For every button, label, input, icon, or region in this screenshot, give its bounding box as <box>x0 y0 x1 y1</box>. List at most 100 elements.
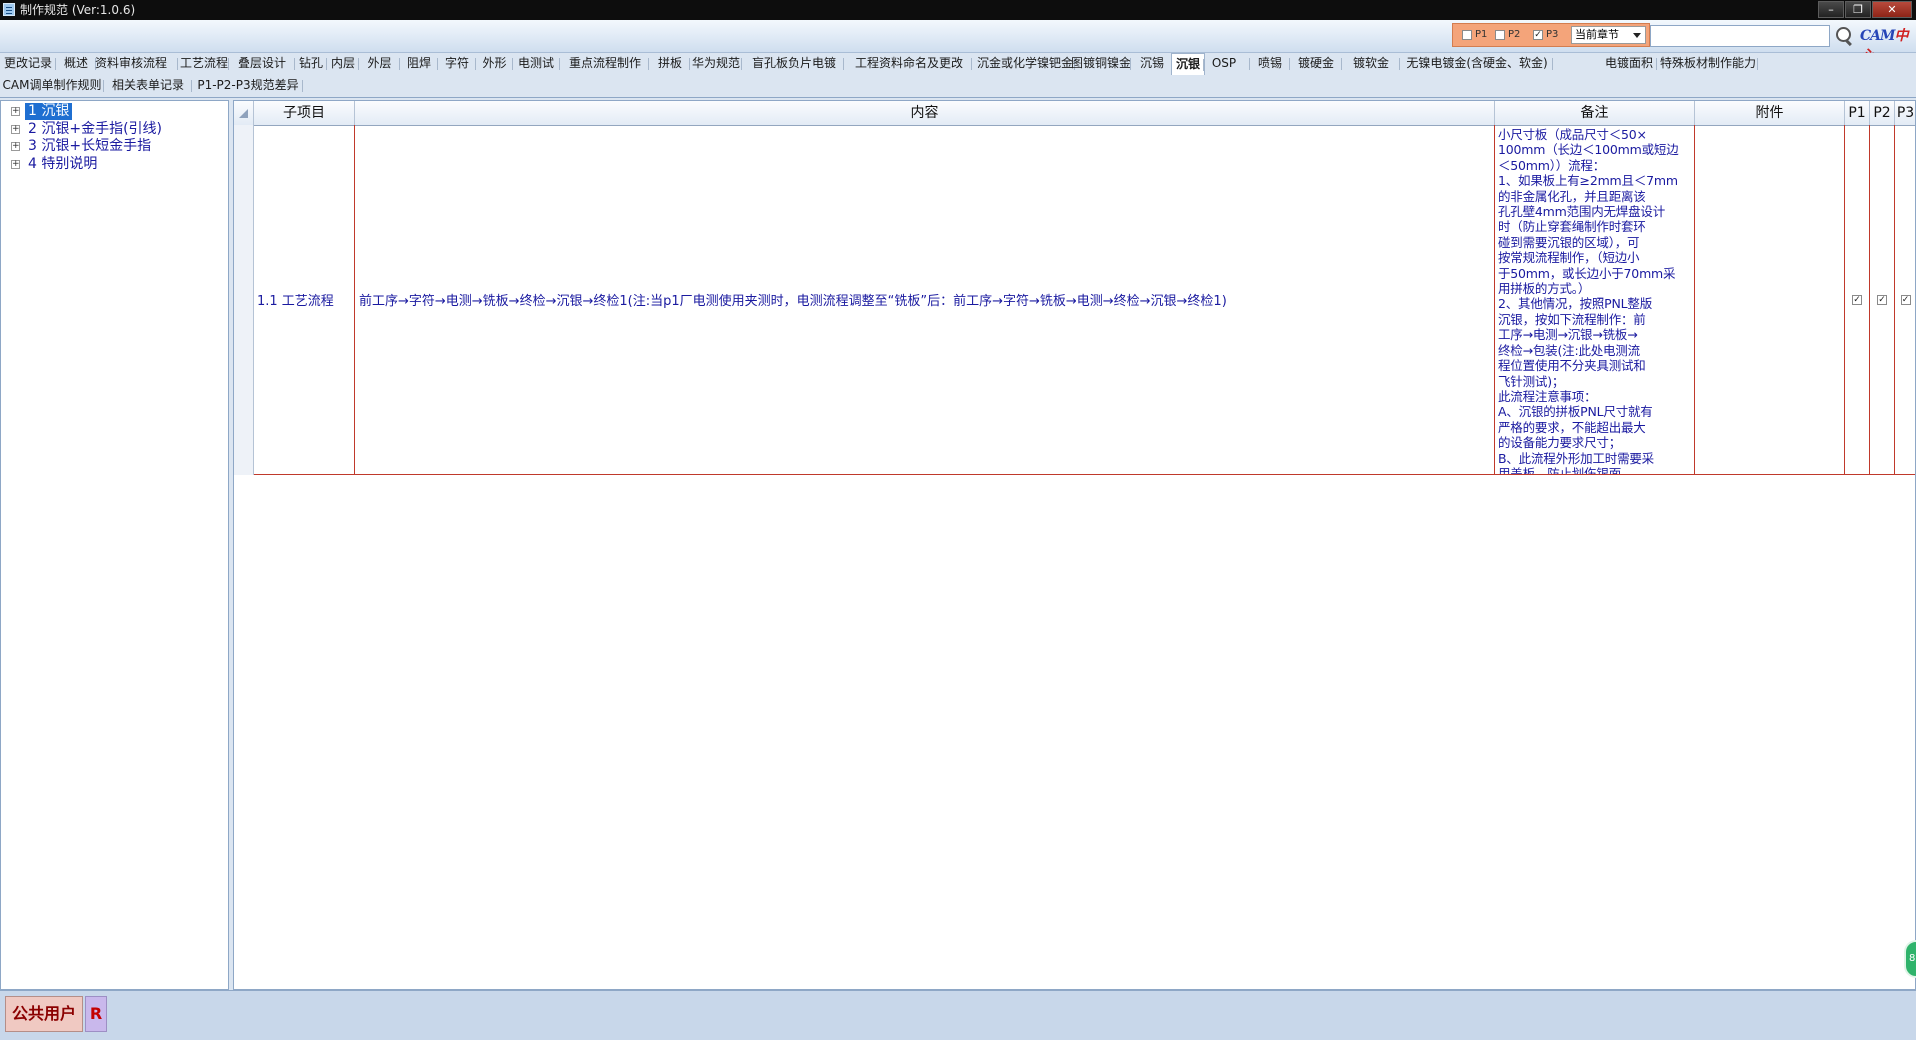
tree-item[interactable]: +1 沉银 <box>11 103 73 120</box>
remark-line: 孔孔壁4mm范围内无焊盘设计 <box>1498 204 1666 220</box>
spec-grid: 子项目 内容 备注 附件 P1 P2 P3 1.1 工艺流程 前工序→字符→电测… <box>233 100 1916 990</box>
logo-main: CAM <box>1860 28 1896 44</box>
cell-content[interactable]: 前工序→字符→电测→铣板→终检→沉银→终检1(注:当p1厂电测使用夹测时，电测流… <box>355 125 1495 475</box>
tab-1[interactable]: CAM调单制作规则 <box>0 75 104 97</box>
tab-1[interactable]: 更改记录 <box>0 53 56 75</box>
tab-6[interactable]: 钻孔 <box>295 53 327 75</box>
tab-17[interactable]: 工程资料命名及更改 <box>846 53 972 75</box>
tab-10[interactable]: 字符 <box>438 53 476 75</box>
expander-plus-icon[interactable]: + <box>11 159 20 169</box>
tab-8[interactable]: 外层 <box>359 53 400 75</box>
tab-27[interactable]: 电镀面积 <box>1601 53 1657 75</box>
p3-checkbox-icon[interactable]: ✓ <box>1533 29 1543 40</box>
remark-line: 严格的要求，不能超出最大 <box>1498 419 1646 435</box>
column-header-p2[interactable]: P2 <box>1870 101 1895 125</box>
cell-p1[interactable]: ✓ <box>1845 125 1870 475</box>
tab-4[interactable]: 工艺流程 <box>179 53 229 75</box>
column-header-p1[interactable]: P1 <box>1845 101 1870 125</box>
remark-line: ＜50mm））流程： <box>1498 157 1606 173</box>
p1-filter-label: P1 <box>1475 29 1488 40</box>
remark-line: 用拼板的方式。） <box>1498 281 1591 297</box>
tree-item[interactable]: +4 特别说明 <box>11 156 100 173</box>
column-header-attachment[interactable]: 附件 <box>1695 101 1845 125</box>
tab-7[interactable]: 内层 <box>327 53 359 75</box>
tab-12[interactable]: 电测试 <box>512 53 560 75</box>
expander-plus-icon[interactable]: + <box>11 124 20 134</box>
tree-item-label: 4 特别说明 <box>28 155 98 172</box>
p3-filter-label: P3 <box>1546 29 1559 40</box>
minimize-button[interactable]: – <box>1818 1 1844 18</box>
title-bar: 制作规范 (Ver:1.0.6) – ❐ ✕ <box>0 0 1916 20</box>
remark-line: 此流程注意事项： <box>1498 388 1597 404</box>
tree-item-label: 3 沉银+长短金手指 <box>28 138 152 154</box>
cell-p2[interactable]: ✓ <box>1870 125 1895 475</box>
table-row[interactable]: 1.1 工艺流程 前工序→字符→电测→铣板→终检→沉银→终检1(注:当p1厂电测… <box>234 125 1915 475</box>
section-select[interactable]: 当前章节 <box>1571 26 1646 44</box>
remark-line: 碰到需要沉银的区域），可 <box>1498 234 1640 250</box>
restore-button[interactable]: ❐ <box>1845 1 1871 18</box>
cell-remark[interactable]: 小尺寸板（成品尺寸＜50× 100mm（长边＜100mm或短边 ＜50mm））流程：… <box>1495 125 1695 475</box>
tab-22[interactable]: OSP <box>1198 53 1250 75</box>
close-button[interactable]: ✕ <box>1872 1 1912 18</box>
p1-row-checkbox-icon[interactable]: ✓ <box>1852 294 1862 305</box>
expander-plus-icon[interactable]: + <box>11 142 20 151</box>
r-badge[interactable]: R <box>85 996 107 1032</box>
dropdown-arrow-icon <box>1633 33 1641 38</box>
floating-assistant-button[interactable]: 8 <box>1904 940 1916 978</box>
p2-row-checkbox-icon[interactable]: ✓ <box>1877 294 1887 305</box>
remark-line: 终检→包装(注:此处电测流 <box>1498 342 1640 358</box>
tab-23[interactable]: 喷锡 <box>1250 53 1290 75</box>
tab-25[interactable]: 镀软金 <box>1342 53 1400 75</box>
p1-filter[interactable]: P1 <box>1462 29 1487 40</box>
column-header-subitem[interactable]: 子项目 <box>254 101 355 125</box>
remark-line: 程位置使用不分夹具测试和 <box>1498 358 1646 374</box>
tree-item[interactable]: +3 沉银+长短金手指 <box>11 138 154 155</box>
app-icon <box>3 3 15 16</box>
p1-checkbox-icon[interactable] <box>1462 29 1472 40</box>
remark-line: 100mm（长边＜100mm或短边 <box>1498 142 1679 158</box>
cell-subitem[interactable]: 1.1 工艺流程 <box>254 125 355 475</box>
tab-row-2: CAM调单制作规则 相关表单记录 P1-P2-P3规范差异 <box>0 75 1916 98</box>
search-icon[interactable] <box>1832 24 1856 48</box>
tab-11[interactable]: 外形 <box>476 53 513 75</box>
tab-15[interactable]: 华为规范 <box>690 53 742 75</box>
tree-item[interactable]: +2 沉银+金手指(引线) <box>11 121 165 138</box>
tab-5[interactable]: 叠层设计 <box>229 53 295 75</box>
p3-row-checkbox-icon[interactable]: ✓ <box>1900 294 1911 305</box>
remark-line: 的非金属化孔，并且距离该 <box>1498 188 1646 204</box>
expander-plus-icon[interactable]: + <box>11 107 20 116</box>
tab-28[interactable]: 特殊板材制作能力 <box>1658 53 1758 75</box>
tab-19[interactable]: 图镀铜镍金 <box>1071 53 1131 75</box>
window-controls: – ❐ ✕ <box>1818 1 1912 18</box>
tab-26[interactable]: 无镍电镀金(含硬金、软金) <box>1401 53 1553 75</box>
search-input[interactable] <box>1650 25 1830 47</box>
row-header[interactable] <box>234 125 254 475</box>
p2-filter[interactable]: P2 <box>1495 29 1520 40</box>
tab-3[interactable]: 资料审核流程 <box>84 53 178 75</box>
tab-3[interactable]: P1-P2-P3规范差异 <box>193 75 303 97</box>
current-user-badge[interactable]: 公共用户 <box>5 996 83 1032</box>
tab-9[interactable]: 阻焊 <box>400 53 438 75</box>
grid-corner-icon[interactable] <box>234 101 254 125</box>
tab-20[interactable]: 沉锡 <box>1132 53 1172 75</box>
remark-line: 小尺寸板（成品尺寸＜50× <box>1498 127 1647 142</box>
search-filter-panel: P1 P2 ✓ P3 当前章节 <box>1452 23 1650 47</box>
status-bar: 公共用户 R <box>0 990 1916 1040</box>
column-header-content[interactable]: 内容 <box>355 101 1495 125</box>
remark-line: 飞针测试)； <box>1498 373 1565 389</box>
tab-2[interactable]: 相关表单记录 <box>104 75 192 97</box>
cell-p3[interactable]: ✓ <box>1895 125 1915 475</box>
column-header-p3[interactable]: P3 <box>1895 101 1915 125</box>
tab-24[interactable]: 镀硬金 <box>1290 53 1342 75</box>
tab-13[interactable]: 重点流程制作 <box>561 53 649 75</box>
remark-line: 用盖板，防止划伤银面 <box>1498 465 1622 475</box>
toolbar: P1 P2 ✓ P3 当前章节 <box>0 20 1916 53</box>
p2-checkbox-icon[interactable] <box>1495 29 1505 40</box>
p3-filter[interactable]: ✓ P3 <box>1533 29 1558 40</box>
tab-18[interactable]: 沉金或化学镍钯金 <box>975 53 1075 75</box>
cell-attachment[interactable] <box>1695 125 1845 475</box>
column-header-remark[interactable]: 备注 <box>1495 101 1695 125</box>
section-select-value: 当前章节 <box>1575 28 1619 41</box>
tab-16[interactable]: 盲孔板负片电镀 <box>744 53 844 75</box>
tab-14[interactable]: 拼板 <box>650 53 690 75</box>
